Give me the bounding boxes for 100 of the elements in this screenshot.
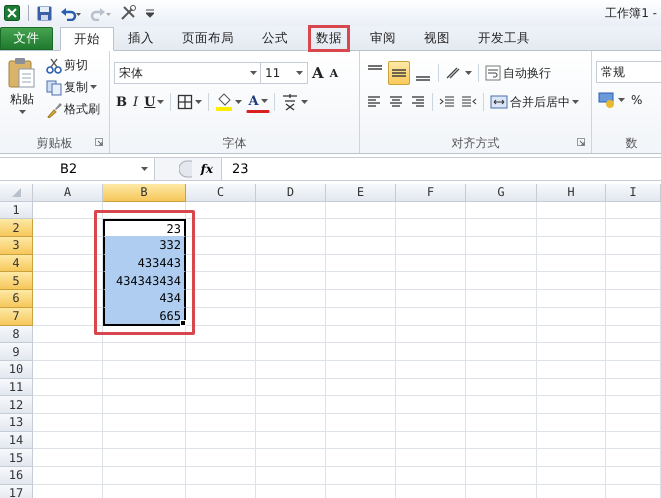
column-header[interactable]: G — [466, 184, 537, 202]
cut-button[interactable]: 剪切 — [44, 55, 102, 76]
caret-icon[interactable] — [195, 100, 202, 104]
column-header[interactable]: E — [326, 184, 396, 202]
table-cell[interactable] — [466, 378, 537, 396]
tools-icon[interactable] — [120, 5, 138, 21]
table-cell[interactable] — [186, 449, 256, 467]
table-cell[interactable] — [186, 219, 256, 238]
table-cell[interactable] — [537, 237, 606, 255]
table-cell[interactable] — [466, 290, 537, 308]
table-cell[interactable] — [186, 360, 256, 379]
table-cell[interactable]: 434343434 — [103, 272, 186, 290]
table-cell[interactable] — [33, 360, 103, 379]
table-cell[interactable] — [396, 449, 466, 467]
table-cell[interactable] — [256, 467, 326, 485]
save-icon[interactable] — [37, 6, 52, 20]
table-cell[interactable] — [103, 449, 186, 467]
ribbon-tab[interactable]: 审阅 — [356, 27, 410, 50]
row-header[interactable]: 16 — [0, 467, 33, 485]
table-cell[interactable] — [396, 254, 466, 272]
table-cell[interactable] — [326, 360, 396, 379]
percent-button[interactable]: % — [629, 91, 644, 109]
column-header[interactable]: F — [396, 184, 466, 202]
table-cell[interactable] — [33, 378, 103, 396]
ribbon-tab[interactable]: 开发工具 — [464, 27, 544, 50]
caret-icon[interactable] — [300, 100, 308, 104]
borders-button[interactable] — [175, 92, 204, 112]
table-cell[interactable] — [606, 290, 661, 308]
bold-button[interactable]: B — [114, 92, 129, 112]
table-cell[interactable] — [537, 326, 606, 344]
row-header[interactable]: 9 — [0, 343, 33, 361]
fill-color-button[interactable] — [213, 91, 244, 113]
table-cell[interactable] — [606, 237, 661, 255]
table-cell[interactable] — [33, 414, 103, 432]
table-cell[interactable] — [33, 219, 103, 238]
table-cell[interactable] — [606, 467, 661, 485]
number-format-dropdown[interactable]: 常规 — [596, 61, 661, 83]
customize-toolbar-icon[interactable] — [146, 8, 154, 18]
table-cell[interactable] — [103, 378, 186, 396]
formula-input[interactable]: 23 — [222, 162, 249, 176]
row-header[interactable]: 7 — [0, 308, 33, 326]
table-cell[interactable] — [326, 343, 396, 361]
row-header[interactable]: 6 — [0, 290, 33, 308]
ribbon-tab[interactable]: 开始 — [60, 27, 114, 51]
table-cell[interactable] — [103, 360, 186, 379]
row-header[interactable]: 5 — [0, 272, 33, 290]
ribbon-tab[interactable]: 公式 — [248, 27, 302, 50]
table-cell[interactable] — [326, 202, 396, 220]
table-cell[interactable] — [466, 449, 537, 467]
table-cell[interactable] — [186, 308, 256, 326]
table-cell[interactable] — [33, 202, 103, 220]
table-cell[interactable] — [606, 308, 661, 326]
table-cell[interactable] — [396, 378, 466, 396]
table-cell[interactable] — [256, 343, 326, 361]
table-cell[interactable] — [326, 326, 396, 344]
copy-button[interactable]: 复制 — [44, 77, 102, 98]
table-cell[interactable] — [33, 326, 103, 344]
table-cell[interactable] — [326, 414, 396, 432]
table-cell[interactable] — [256, 360, 326, 379]
ribbon-tab[interactable]: 页面布局 — [168, 27, 248, 50]
table-cell[interactable] — [537, 308, 606, 326]
table-cell[interactable] — [326, 308, 396, 326]
table-cell[interactable] — [606, 202, 661, 220]
table-cell[interactable] — [326, 237, 396, 255]
table-cell[interactable] — [103, 414, 186, 432]
table-cell[interactable] — [326, 467, 396, 485]
table-cell[interactable] — [466, 414, 537, 432]
underline-button[interactable]: U — [142, 92, 166, 112]
table-cell[interactable] — [396, 202, 466, 220]
table-cell[interactable] — [396, 272, 466, 290]
caret-icon[interactable] — [618, 98, 625, 102]
table-cell[interactable] — [396, 360, 466, 379]
redo-icon[interactable] — [90, 6, 112, 20]
table-cell[interactable] — [537, 254, 606, 272]
table-cell[interactable] — [606, 219, 661, 238]
caret-icon[interactable] — [465, 70, 472, 76]
table-cell[interactable] — [186, 378, 256, 396]
insert-function-button[interactable]: fx — [200, 162, 213, 176]
table-cell[interactable] — [326, 378, 396, 396]
table-cell[interactable] — [537, 272, 606, 290]
table-cell[interactable] — [466, 237, 537, 255]
row-header[interactable]: 2 — [0, 219, 33, 238]
caret-icon[interactable] — [250, 70, 257, 76]
table-cell[interactable] — [466, 254, 537, 272]
row-header[interactable]: 12 — [0, 396, 33, 414]
caret-icon[interactable] — [157, 100, 164, 104]
table-cell[interactable] — [396, 467, 466, 485]
table-cell[interactable] — [606, 326, 661, 344]
row-header[interactable]: 14 — [0, 432, 33, 450]
table-cell[interactable] — [466, 202, 537, 220]
table-cell[interactable] — [326, 396, 396, 414]
table-cell[interactable] — [396, 290, 466, 308]
table-cell[interactable] — [606, 254, 661, 272]
format-painter-button[interactable]: 格式刷 — [44, 99, 102, 120]
table-cell[interactable] — [33, 432, 103, 450]
table-cell[interactable] — [466, 467, 537, 485]
table-cell[interactable] — [256, 449, 326, 467]
table-cell[interactable] — [186, 432, 256, 450]
table-cell[interactable] — [396, 432, 466, 450]
table-cell[interactable] — [186, 272, 256, 290]
